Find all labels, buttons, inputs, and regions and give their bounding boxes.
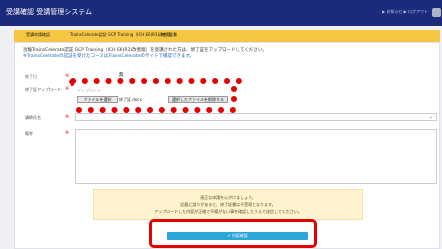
confirmation-line-3: アップロードした内容が正確で不備がない事を確認したうえで送信してください。 xyxy=(154,209,302,214)
header-links[interactable]: ▶ お知らせ ▶ ログアウト xyxy=(382,9,428,15)
highlight-box-top xyxy=(70,78,242,84)
chevron-down-icon: ⌄ xyxy=(428,114,433,120)
app-title: 受講確認 受講管理システム xyxy=(6,8,93,16)
top-navigation-bar: 受講確認 受講管理システム ▶ お知らせ ▶ ログアウト xyxy=(0,0,442,26)
required-mark: ※ xyxy=(65,130,70,136)
highlight-box-right xyxy=(231,86,237,102)
confirmation-line-2: 記載に誤りがあると、修了証書は不受理となります。 xyxy=(180,202,276,207)
user-menu-icon[interactable] xyxy=(432,8,441,17)
selected-file-name: 修了証.docx xyxy=(119,97,142,102)
instructor-label: 講師氏名 xyxy=(25,115,41,120)
tab-bar: 受講申請確認 TrainsCelerate認証 GCP Training（ICH… xyxy=(14,30,440,42)
upload-status: アップロード xyxy=(77,88,101,93)
remarks-textarea[interactable] xyxy=(75,129,437,184)
choose-file-button[interactable]: ファイルを選択 xyxy=(77,96,118,103)
tab-certificate[interactable]: 終了証書 xyxy=(161,32,177,38)
completion-date-label: 修了日 xyxy=(25,74,37,79)
required-mark: ※ xyxy=(65,86,70,92)
confirmation-line-1: 適正な申請を心がけましょう。 xyxy=(200,195,256,200)
confirmation-box: 適正な申請を心がけましょう。 記載に誤りがあると、修了証書は不受理となります。 … xyxy=(93,189,363,220)
delete-file-button[interactable]: 選択したファイルを削除する xyxy=(168,96,228,103)
tab-gcp-training[interactable]: TrainsCelerate認証 GCP Training（ICH E6(R3)… xyxy=(70,32,175,38)
instructor-select[interactable]: ⌄ xyxy=(75,113,437,121)
upload-notice-link[interactable]: ※TrainsCelerateの認証を受けたコースはTrainsCelerate… xyxy=(23,53,194,59)
form-panel: 治験TrainsCelerate認証 GCP Training（ICH E6(R… xyxy=(14,42,440,249)
required-mark: ※ xyxy=(65,114,70,120)
remarks-label: 備考 xyxy=(25,131,33,136)
upload-label: 修了証アップロード xyxy=(25,87,61,92)
tab-application[interactable]: 受講申請確認 xyxy=(26,32,50,38)
required-mark: ※ xyxy=(65,73,70,79)
confirm-submit-button[interactable]: ✔ 内容確認 xyxy=(167,232,308,240)
